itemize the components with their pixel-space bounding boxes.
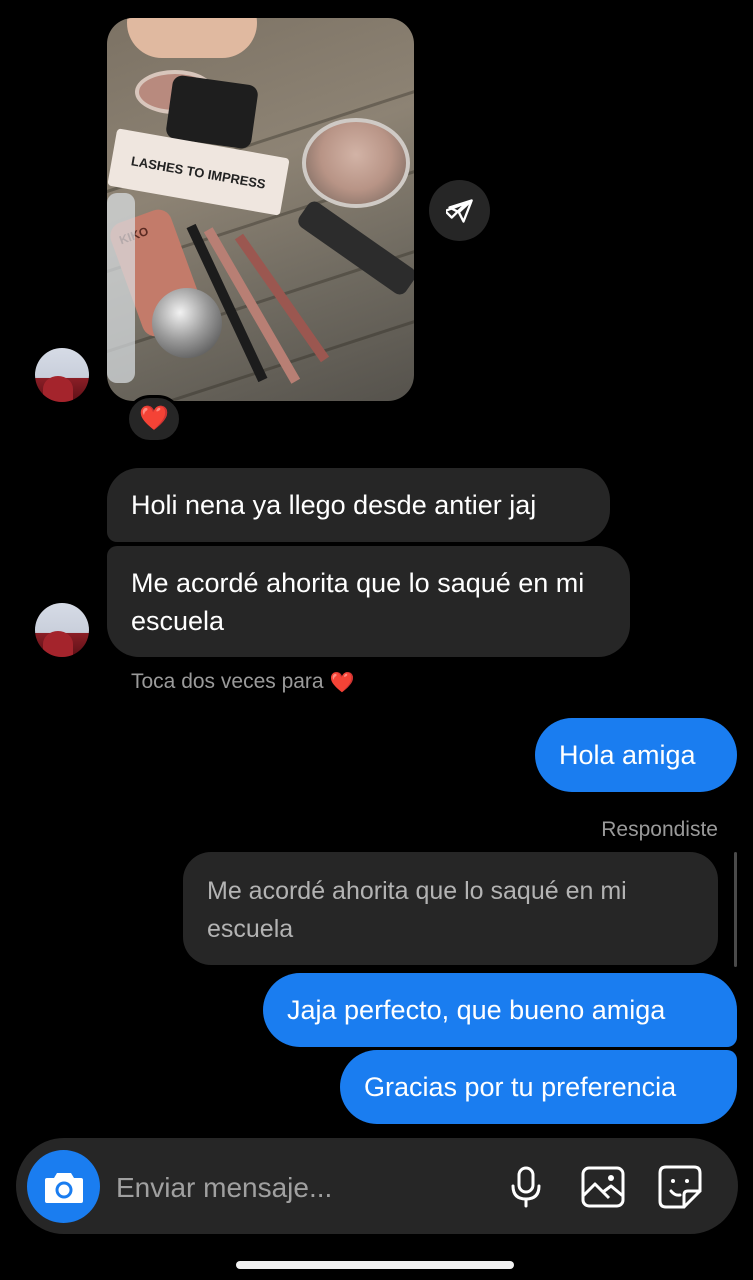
message-text: Holi nena ya llego desde antier jaj	[131, 490, 537, 520]
outgoing-message[interactable]: Hola amiga	[535, 718, 737, 792]
incoming-message[interactable]: Holi nena ya llego desde antier jaj	[107, 468, 610, 542]
camera-icon	[44, 1172, 83, 1203]
heart-emoji: ❤️	[329, 671, 355, 694]
clear-tube	[107, 193, 135, 383]
powder-jar	[302, 118, 410, 208]
sender-avatar[interactable]	[35, 603, 89, 657]
heart-reaction-emoji: ❤️	[139, 405, 169, 432]
gallery-icon	[581, 1166, 625, 1208]
lashes-box-label: LASHES TO IMPRESS	[130, 152, 267, 192]
paper-plane-icon	[445, 198, 473, 223]
quoted-text: Me acordé ahorita que lo saqué en mi esc…	[207, 877, 627, 943]
shared-photo[interactable]: LASHES TO IMPRESS KIKO	[107, 18, 414, 401]
replied-label: Respondiste	[601, 818, 718, 841]
sticker-icon	[658, 1165, 702, 1209]
quoted-message[interactable]: Me acordé ahorita que lo saqué en mi esc…	[183, 852, 718, 965]
hand	[127, 18, 257, 58]
double-tap-hint: Toca dos veces para ❤️	[131, 668, 355, 696]
sender-avatar[interactable]	[35, 348, 89, 402]
message-text: Jaja perfecto, que bueno amiga	[287, 995, 666, 1025]
avatar-image	[43, 376, 73, 402]
avatar-image	[43, 631, 73, 657]
message-text: Hola amiga	[559, 740, 696, 770]
microphone-icon	[511, 1166, 541, 1208]
message-input[interactable]	[116, 1165, 476, 1211]
home-indicator[interactable]	[236, 1261, 514, 1269]
outgoing-message[interactable]: Jaja perfecto, que bueno amiga	[263, 973, 737, 1047]
share-button[interactable]	[429, 180, 490, 241]
lipstick-cap	[152, 288, 222, 358]
message-text: Me acordé ahorita que lo saqué en mi esc…	[131, 568, 585, 636]
outgoing-message[interactable]: Gracias por tu preferencia	[340, 1050, 737, 1124]
voice-message-button[interactable]	[501, 1162, 551, 1212]
incoming-message[interactable]: Me acordé ahorita que lo saqué en mi esc…	[107, 546, 630, 657]
gallery-button[interactable]	[578, 1162, 628, 1212]
hint-text: Toca dos veces para	[131, 670, 324, 693]
scrollbar[interactable]	[734, 852, 737, 967]
camera-button[interactable]	[27, 1150, 100, 1223]
message-reaction[interactable]: ❤️	[126, 395, 182, 443]
message-text: Gracias por tu preferencia	[364, 1072, 677, 1102]
sticker-button[interactable]	[655, 1162, 705, 1212]
